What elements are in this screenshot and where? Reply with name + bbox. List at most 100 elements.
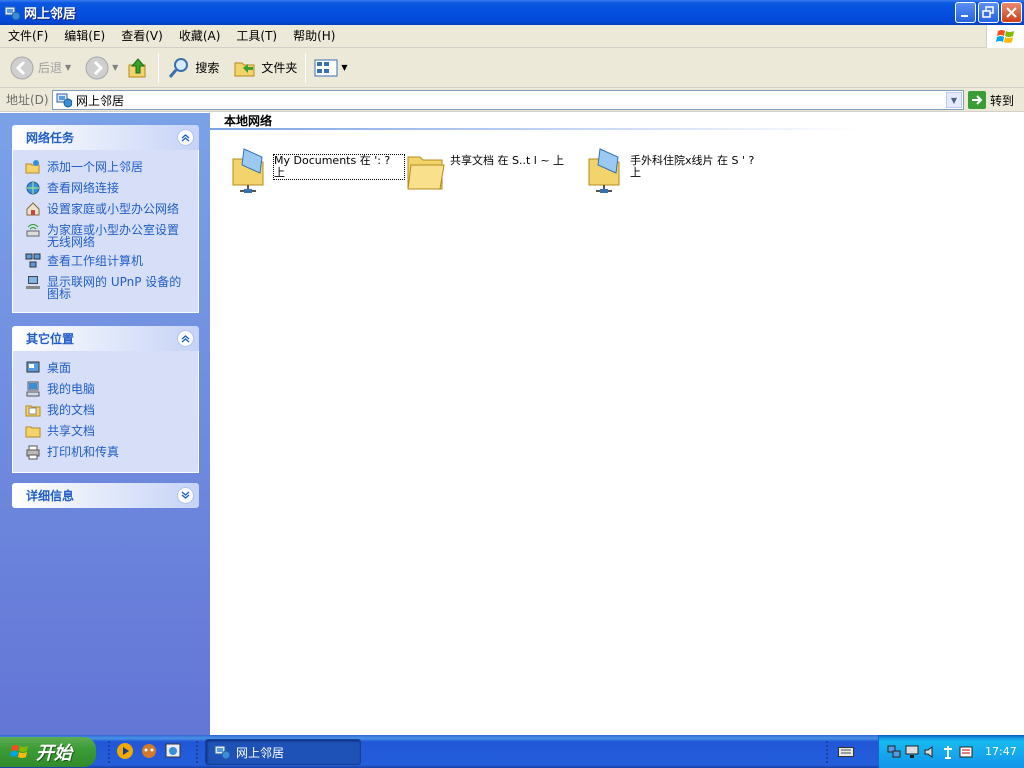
place-my-documents[interactable]: 我的文档: [25, 401, 188, 418]
views-button[interactable]: ▼: [310, 50, 351, 86]
task-view-workgroup[interactable]: 查看工作组计算机: [25, 252, 188, 269]
views-dropdown-icon[interactable]: ▼: [341, 63, 347, 72]
clock[interactable]: 17:47: [985, 745, 1017, 758]
group-divider: [210, 128, 1024, 130]
search-label: 搜索: [195, 61, 220, 75]
network-item-label: 共享文档 在 S..t l ~ 上: [450, 154, 565, 167]
menu-edit[interactable]: 编辑(E): [56, 25, 113, 48]
go-label: 转到: [990, 93, 1015, 108]
task-setup-home-network[interactable]: 设置家庭或小型办公网络: [25, 200, 188, 217]
address-dropdown-icon[interactable]: ▼: [946, 92, 962, 108]
task-view-network-connections[interactable]: 查看网络连接: [25, 179, 188, 196]
network-item-label: My Documents 在 ': ? 上: [273, 154, 405, 180]
taskbar: 开始 网上邻居 17:47: [0, 735, 1024, 768]
my-documents-icon: [25, 405, 41, 417]
views-icon: [314, 59, 338, 76]
address-input[interactable]: 网上邻居 ▼: [52, 90, 964, 110]
network-places-icon: [4, 6, 20, 20]
other-places-header[interactable]: 其它位置: [12, 326, 199, 351]
back-dropdown-icon[interactable]: ▼: [65, 63, 71, 72]
my-computer-icon: [26, 381, 40, 397]
shared-documents-icon: [25, 426, 41, 438]
taskbar-button-network-places[interactable]: 网上邻居: [205, 739, 361, 765]
menu-tools[interactable]: 工具(T): [228, 25, 285, 48]
network-connections-icon: [26, 181, 40, 195]
forward-button[interactable]: ▼: [81, 50, 122, 86]
show-desktop-icon[interactable]: [164, 742, 182, 760]
menu-view[interactable]: 查看(V): [113, 25, 171, 48]
toolbar-separator: [158, 52, 160, 83]
details-title: 详细信息: [26, 489, 75, 503]
search-button[interactable]: 搜索: [163, 50, 223, 86]
volume-icon[interactable]: [923, 745, 937, 759]
start-label: 开始: [36, 743, 72, 764]
upnp-device-icon: [26, 276, 40, 289]
task-setup-wireless[interactable]: 为家庭或小型办公室设置无线网络: [25, 221, 188, 248]
network-places-icon: [214, 745, 230, 760]
task-pane: 网络任务 添加一个网上邻居 查看网络连接 设置家庭或小型办公网络 为家庭或小型办…: [0, 113, 210, 735]
menu-help[interactable]: 帮助(H): [285, 25, 343, 48]
add-network-place-icon: [25, 160, 40, 174]
network-item-shared-documents[interactable]: 共享文档 在 S..t l ~ 上: [406, 147, 581, 195]
messenger-icon[interactable]: [140, 742, 158, 760]
restore-button[interactable]: [978, 2, 999, 23]
network-status-icon[interactable]: [887, 745, 901, 759]
system-tray: 17:47: [878, 735, 1024, 768]
folders-button[interactable]: 文件夹: [229, 50, 301, 86]
task-add-network-place[interactable]: 添加一个网上邻居: [25, 158, 188, 175]
other-places-title: 其它位置: [26, 332, 75, 346]
details-header[interactable]: 详细信息: [12, 483, 199, 508]
minimize-button[interactable]: [955, 2, 976, 23]
other-places-body: 桌面 我的电脑 我的文档 共享文档 打印机和传真: [12, 351, 199, 473]
back-button[interactable]: 后退 ▼: [6, 50, 75, 86]
up-folder-button[interactable]: [122, 50, 154, 86]
close-button[interactable]: [1001, 2, 1022, 23]
go-arrow-icon: [968, 91, 986, 109]
place-desktop[interactable]: 桌面: [25, 359, 188, 376]
menu-favorites[interactable]: 收藏(A): [171, 25, 229, 48]
security-alert-icon[interactable]: [959, 745, 973, 759]
language-bar-grip[interactable]: [826, 741, 829, 763]
place-my-computer[interactable]: 我的电脑: [25, 380, 188, 397]
network-item-label: 手外科住院x线片 在 S ' ? 上: [630, 154, 755, 179]
folders-icon: [234, 62, 255, 76]
close-icon: [1006, 7, 1017, 18]
network-tasks-body: 添加一个网上邻居 查看网络连接 设置家庭或小型办公网络 为家庭或小型办公室设置无…: [12, 150, 199, 313]
place-printers[interactable]: 打印机和传真: [25, 443, 188, 460]
menu-file[interactable]: 文件(F): [0, 25, 56, 48]
title-bar[interactable]: 网上邻居: [0, 0, 1024, 25]
usb-device-icon[interactable]: [941, 745, 955, 759]
start-button[interactable]: 开始: [0, 737, 96, 767]
details-box: 详细信息: [12, 483, 199, 508]
address-bar: 地址(D) 网上邻居 ▼ 转到: [0, 88, 1024, 112]
go-button[interactable]: 转到: [968, 90, 1014, 110]
collapse-icon[interactable]: [177, 330, 194, 347]
home-network-icon: [26, 202, 40, 216]
collapse-icon[interactable]: [177, 129, 194, 146]
network-places-icon: [56, 93, 72, 108]
restore-icon: [982, 6, 994, 18]
folder-icon: [407, 156, 445, 190]
network-connection-icon[interactable]: [905, 745, 919, 759]
windows-logo-icon: [10, 745, 28, 758]
place-shared-documents[interactable]: 共享文档: [25, 422, 188, 439]
taskbar-button-label: 网上邻居: [236, 745, 285, 760]
network-item-xray-films[interactable]: 手外科住院x线片 在 S ' ? 上: [586, 147, 761, 195]
desktop-icon: [26, 361, 40, 373]
task-show-upnp[interactable]: 显示联网的 UPnP 设备的图标: [25, 273, 188, 300]
minimize-icon: [961, 15, 968, 17]
media-player-icon[interactable]: [116, 742, 134, 760]
forward-dropdown-icon[interactable]: ▼: [112, 63, 118, 72]
quicklaunch-grip[interactable]: [108, 741, 111, 763]
file-list-view[interactable]: 本地网络 My Documents 在 ': ? 上 共享文档 在 S..t l…: [210, 113, 1024, 735]
network-tasks-header[interactable]: 网络任务: [12, 125, 199, 150]
network-item-my-documents[interactable]: My Documents 在 ': ? 上: [230, 147, 405, 195]
wireless-network-icon: [26, 224, 40, 237]
keyboard-icon[interactable]: [838, 745, 854, 759]
toolbar-separator: [305, 52, 307, 83]
taskband-grip[interactable]: [196, 741, 199, 763]
network-share-icon: [232, 148, 264, 193]
expand-icon[interactable]: [177, 487, 194, 504]
network-share-icon: [588, 148, 620, 193]
printers-icon: [26, 445, 40, 460]
